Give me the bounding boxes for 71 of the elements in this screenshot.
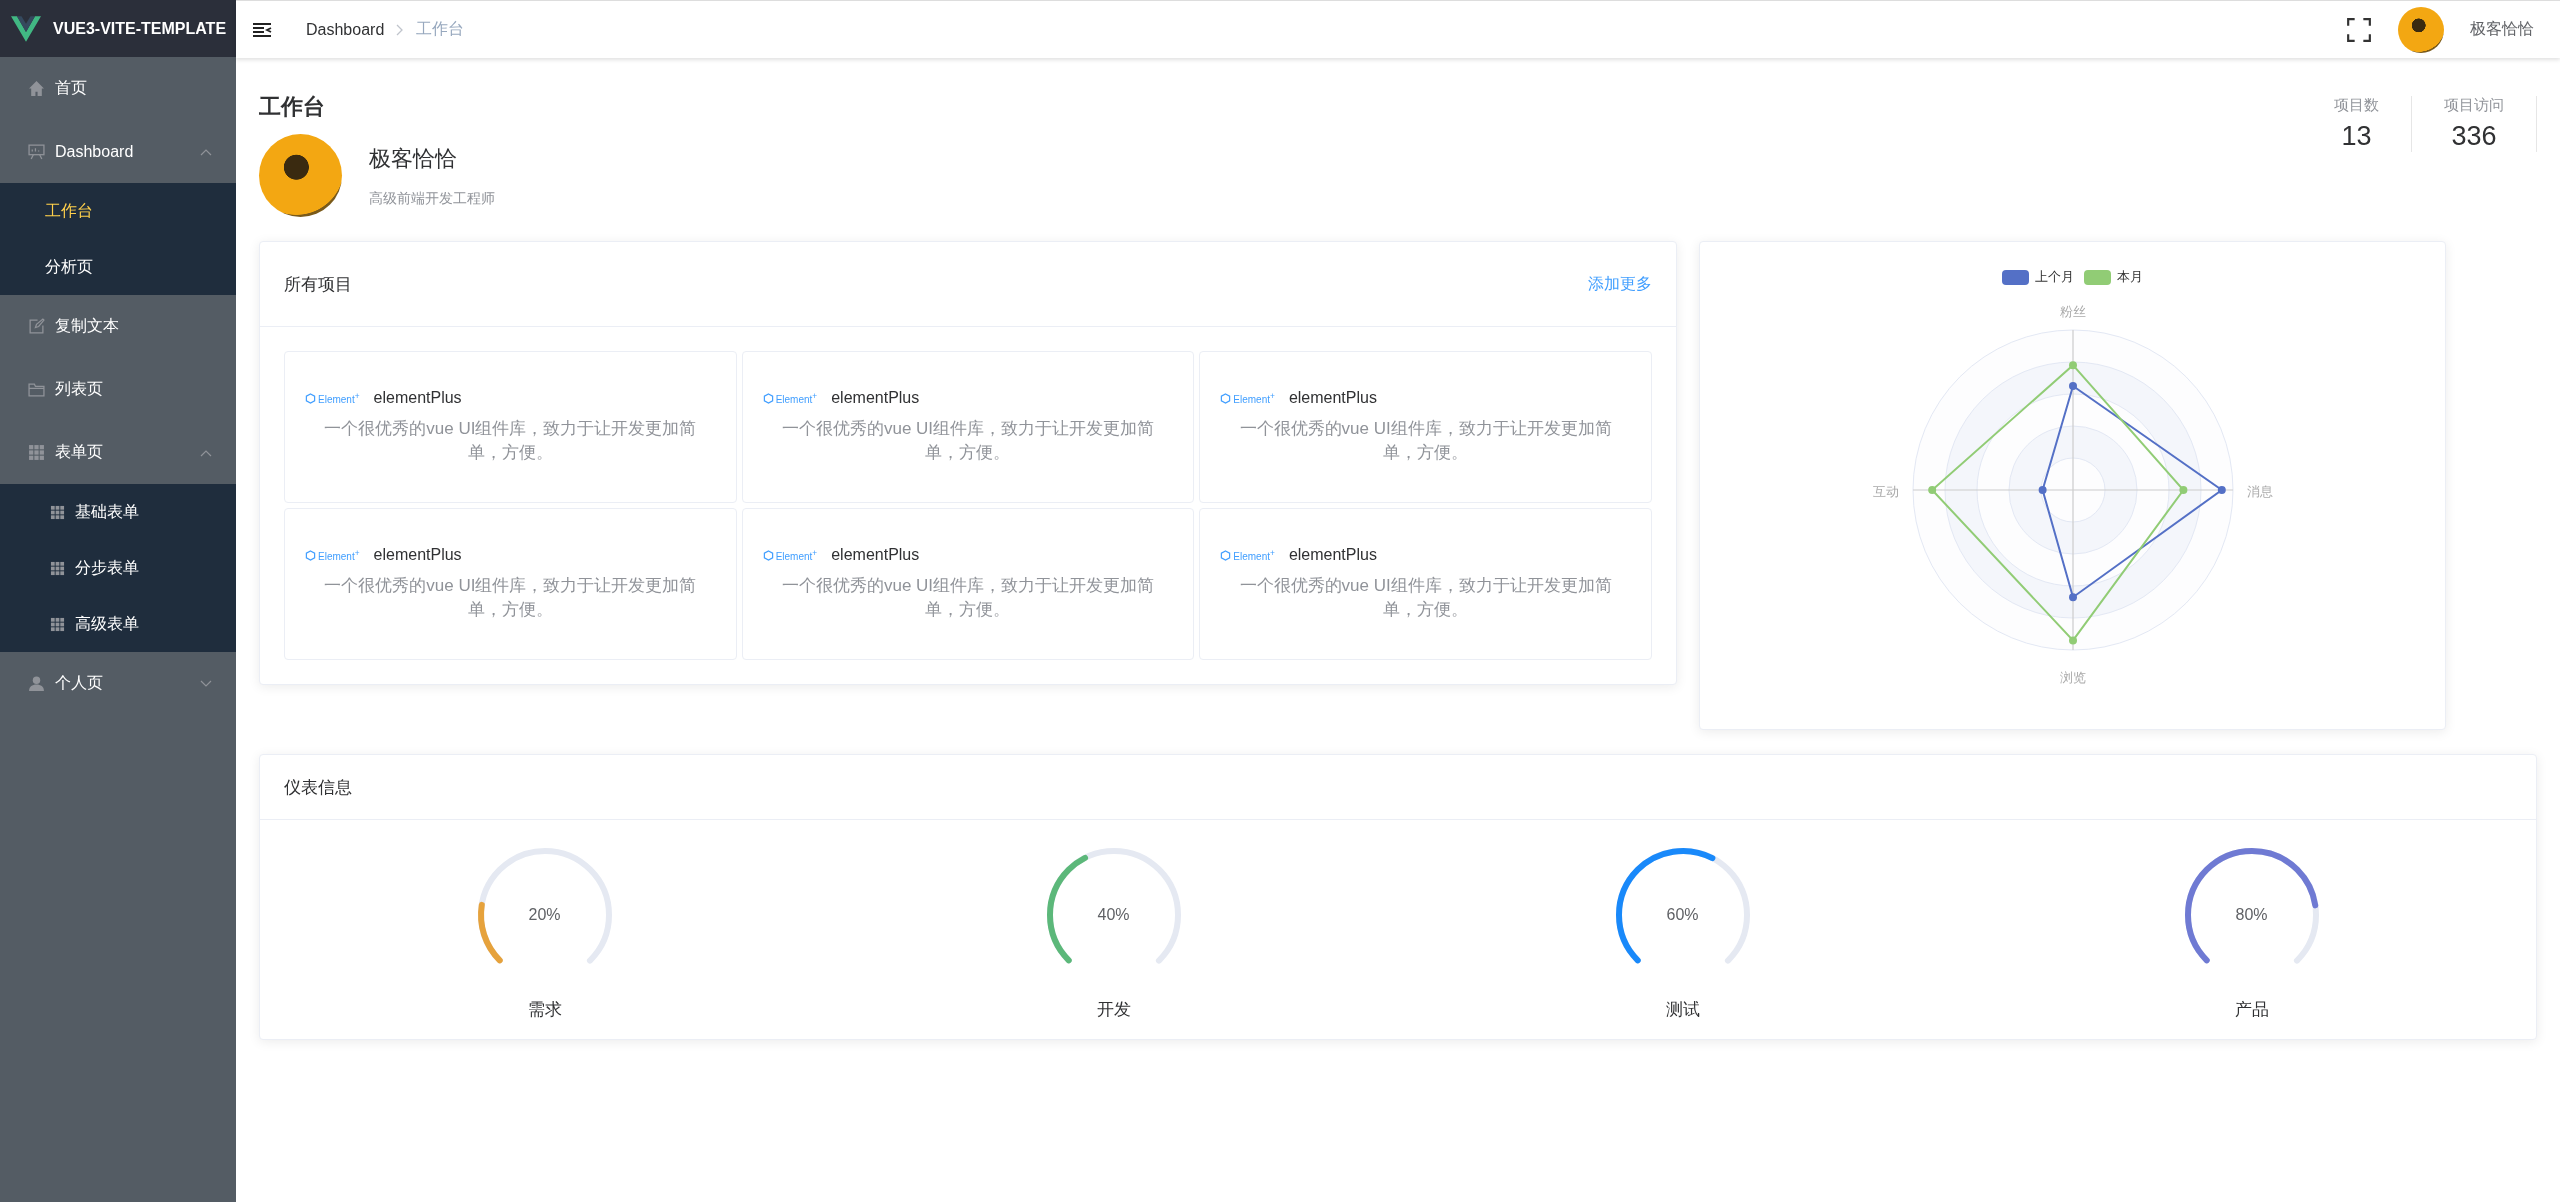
- element-logo: Element$^{+}$: [305, 391, 360, 406]
- menu-fold-icon[interactable]: [252, 21, 272, 38]
- menu-item[interactable]: 个人页: [0, 652, 236, 715]
- project-name: elementPlus: [831, 546, 920, 565]
- element-logo: Element$^{+}$: [1220, 548, 1275, 563]
- project-name: elementPlus: [373, 389, 462, 408]
- project-item[interactable]: Element$^{+}$ elementPlus 一个很优秀的vue UI组件库，致力于让开发更加简单，方便。: [741, 508, 1195, 660]
- project-name: elementPlus: [1288, 389, 1377, 408]
- gauge-label: 测试: [1665, 999, 1700, 1021]
- axis-label: 粉丝: [2059, 304, 2086, 319]
- project-description: 一个很优秀的vue UI组件库，致力于让开发更加简单，方便。: [1238, 418, 1613, 464]
- element-logo: Element$^{+}$: [305, 548, 360, 563]
- v-logo-icon: [11, 15, 41, 42]
- element-logo: Element$^{+}$: [762, 391, 818, 406]
- axis-label: 互动: [1872, 484, 1899, 499]
- menu-item[interactable]: 表单页: [0, 421, 236, 484]
- project-name: elementPlus: [373, 546, 462, 565]
- submenu-item[interactable]: 分步表单: [0, 540, 236, 596]
- user-name: 极客恰恰: [369, 144, 458, 173]
- project-item[interactable]: Element$^{+}$ elementPlus 一个很优秀的vue UI组件库，致力于让开发更加简单，方便。: [1199, 351, 1652, 503]
- breadcrumb-link[interactable]: Dashboard: [306, 20, 385, 39]
- menu-item[interactable]: Dashboard: [0, 120, 236, 183]
- project-item[interactable]: Element$^{+}$ elementPlus 一个很优秀的vue UI组件库，致力于让开发更加简单，方便。: [284, 508, 737, 660]
- chevron-right-icon: [396, 23, 405, 36]
- menu-item[interactable]: 首页: [0, 57, 236, 120]
- gauge-reading: 40%: [1097, 906, 1130, 924]
- gauge-label: 产品: [2234, 999, 2269, 1021]
- project-item[interactable]: Element$^{+}$ elementPlus 一个很优秀的vue UI组件库，致力于让开发更加简单，方便。: [1199, 508, 1652, 660]
- page-title: 工作台: [259, 93, 326, 121]
- submenu-item[interactable]: 高级表单: [0, 596, 236, 652]
- avatar-photo-placeholder[interactable]: [2398, 6, 2444, 53]
- project-name: elementPlus: [1288, 546, 1377, 565]
- user-role: 高级前端开发工程师: [369, 189, 495, 208]
- legend-label[interactable]: 上个月: [2035, 268, 2074, 286]
- stat-label: 项目数: [2334, 96, 2379, 115]
- element-logo: Element$^{+}$: [762, 548, 818, 563]
- grid-icon: [50, 560, 65, 576]
- menu-item[interactable]: 复制文本: [0, 295, 236, 358]
- project-description: 一个很优秀的vue UI组件库，致力于让开发更加简单，方便。: [780, 418, 1156, 464]
- stat-label: 项目访问: [2444, 96, 2504, 115]
- element-logo: Element$^{+}$: [1220, 391, 1275, 406]
- grid-icon: [50, 616, 65, 632]
- submenu-item[interactable]: 工作台: [0, 183, 236, 239]
- legend-label[interactable]: 本月: [2117, 268, 2143, 286]
- project-name: elementPlus: [831, 389, 920, 408]
- axis-label: 消息: [2246, 484, 2273, 499]
- project-description: 一个很优秀的vue UI组件库，致力于让开发更加简单，方便。: [323, 418, 698, 464]
- fullscreen-icon[interactable]: [2346, 16, 2372, 43]
- stat-value: 13: [2341, 121, 2372, 152]
- legend-swatch[interactable]: [2002, 269, 2029, 285]
- legend-swatch[interactable]: [2084, 269, 2111, 285]
- gauge-label: 需求: [527, 999, 562, 1021]
- submenu-item[interactable]: 分析页: [0, 239, 236, 295]
- submenu-item[interactable]: 基础表单: [0, 484, 236, 540]
- project-description: 一个很优秀的vue UI组件库，致力于让开发更加简单，方便。: [323, 575, 698, 621]
- app-title: VUE3-VITE-TEMPLATE: [53, 19, 227, 38]
- gauge-label: 开发: [1096, 999, 1131, 1021]
- project-description: 一个很优秀的vue UI组件库，致力于让开发更加简单，方便。: [780, 575, 1156, 621]
- gauge-reading: 80%: [2235, 906, 2268, 924]
- project-item[interactable]: Element$^{+}$ elementPlus 一个很优秀的vue UI组件库，致力于让开发更加简单，方便。: [284, 351, 737, 503]
- axis-label: 浏览: [2059, 670, 2086, 685]
- card-title: 所有项目: [284, 273, 352, 296]
- gauge-reading: 60%: [1666, 906, 1699, 924]
- menu-item[interactable]: 列表页: [0, 358, 236, 421]
- project-item[interactable]: Element$^{+}$ elementPlus 一个很优秀的vue UI组件库，致力于让开发更加简单，方便。: [741, 351, 1195, 503]
- card-title: 仪表信息: [284, 776, 352, 799]
- user-name[interactable]: 极客恰恰: [2470, 19, 2534, 40]
- grid-icon: [50, 504, 65, 520]
- project-description: 一个很优秀的vue UI组件库，致力于让开发更加简单，方便。: [1238, 575, 1613, 621]
- stat-value: 336: [2451, 121, 2497, 152]
- gauge-reading: 20%: [528, 906, 561, 924]
